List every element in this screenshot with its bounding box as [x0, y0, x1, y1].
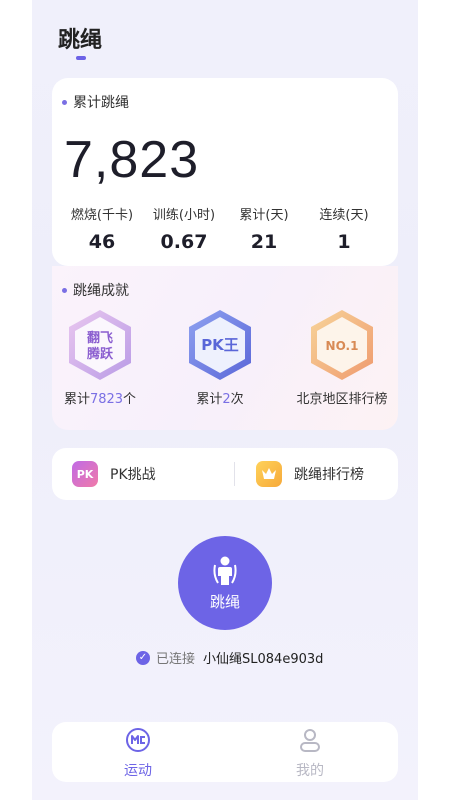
stat-label: 累计(天) [239, 208, 289, 223]
badge-caption: 累计2次 [180, 388, 260, 407]
bullet-dot [62, 287, 67, 293]
total-jumps-value: 7,823 [64, 131, 200, 189]
total-stats-label: 累计跳绳 [73, 95, 129, 111]
start-jump-rope-label: 跳绳 [209, 592, 240, 611]
caption-prefix: 累计 [196, 392, 223, 407]
stat-value: 0.67 [160, 231, 208, 253]
badge-pk-king[interactable]: PK王 累计2次 [180, 308, 260, 407]
bullet-dot [62, 99, 67, 105]
leaderboard-button[interactable]: 跳绳排行榜 [256, 448, 364, 500]
stat-value: 46 [88, 231, 116, 253]
tab-profile[interactable]: 我的 [270, 726, 350, 780]
pk-king-badge-icon: PK王 [189, 310, 251, 380]
total-stats-card: 累计跳绳 7,823 燃烧(千卡) 46 训练(小时) 0.67 累计(天) 2… [52, 78, 398, 266]
badge-caption: 北京地区排行榜 [296, 392, 388, 407]
title-underline [76, 56, 86, 60]
device-name: 小仙绳SL084e903d [203, 652, 324, 667]
caption-prefix: 累计 [63, 392, 90, 407]
badge-text: NO.1 [326, 339, 359, 353]
check-icon: ✓ [136, 650, 150, 665]
left-margin [0, 0, 32, 800]
page-title: 跳绳 [58, 28, 103, 53]
pk-challenge-label: PK挑战 [110, 467, 156, 483]
caption-value: 7823 [89, 392, 124, 407]
leaderboard-label: 跳绳排行榜 [294, 467, 364, 483]
fanfei-tengyue-badge-icon: 翻飞 腾跃 [69, 310, 131, 380]
stat-label: 燃烧(千卡) [70, 208, 134, 223]
sport-icon [126, 728, 150, 752]
badge-text-line-2: 腾跃 [86, 346, 114, 362]
stat-streak-days: 连续(天) 1 [304, 204, 384, 253]
badge-no1-beijing[interactable]: NO.1 北京地区排行榜 [296, 308, 388, 407]
app-screen: 跳绳 累计跳绳 7,823 燃烧(千卡) 46 训练(小时) 0.67 累计(天… [32, 0, 418, 800]
caption-suffix: 次 [230, 392, 244, 407]
stat-value: 21 [250, 231, 278, 253]
crown-icon [256, 461, 282, 487]
stat-calories: 燃烧(千卡) 46 [62, 204, 142, 253]
stat-total-days: 累计(天) 21 [224, 204, 304, 253]
badge-text: PK王 [201, 336, 239, 354]
start-jump-rope-button[interactable]: 跳绳 [178, 536, 272, 630]
stat-training-hours: 训练(小时) 0.67 [144, 204, 224, 253]
badge-fanfei-tengyue[interactable]: 翻飞 腾跃 累计7823个 [60, 308, 140, 407]
action-divider [234, 462, 235, 486]
stat-value: 1 [337, 231, 351, 253]
tab-sport-label: 运动 [124, 763, 152, 779]
badge-text-line-1: 翻飞 [87, 330, 113, 346]
achievements-header: 跳绳成就 [62, 280, 129, 300]
caption-value: 2 [222, 392, 231, 407]
bottom-tab-bar: 运动 我的 [52, 722, 398, 782]
stat-label: 连续(天) [319, 208, 369, 223]
right-margin [418, 0, 450, 800]
jumper-icon [213, 556, 237, 585]
no1-badge-icon: NO.1 [311, 310, 373, 380]
tab-sport[interactable]: 运动 [98, 726, 178, 780]
connection-status-text: 已连接 [156, 652, 196, 667]
pk-challenge-button[interactable]: PK PK挑战 [72, 448, 156, 500]
caption-suffix: 个 [123, 392, 137, 407]
achievements-card[interactable]: 跳绳成就 翻飞 腾跃 累计7823个 PK王 累计2次 NO.1 北京地区排行榜 [52, 266, 398, 430]
device-connection-status[interactable]: ✓ 已连接 小仙绳SL084e903d [136, 648, 323, 667]
pk-icon: PK [72, 461, 98, 487]
badge-caption: 累计7823个 [60, 388, 140, 407]
action-row: PK PK挑战 跳绳排行榜 [52, 448, 398, 500]
profile-icon [300, 729, 320, 752]
achievements-label: 跳绳成就 [73, 283, 129, 299]
stat-label: 训练(小时) [152, 208, 216, 223]
tab-profile-label: 我的 [296, 763, 324, 779]
total-stats-header: 累计跳绳 [62, 92, 129, 112]
